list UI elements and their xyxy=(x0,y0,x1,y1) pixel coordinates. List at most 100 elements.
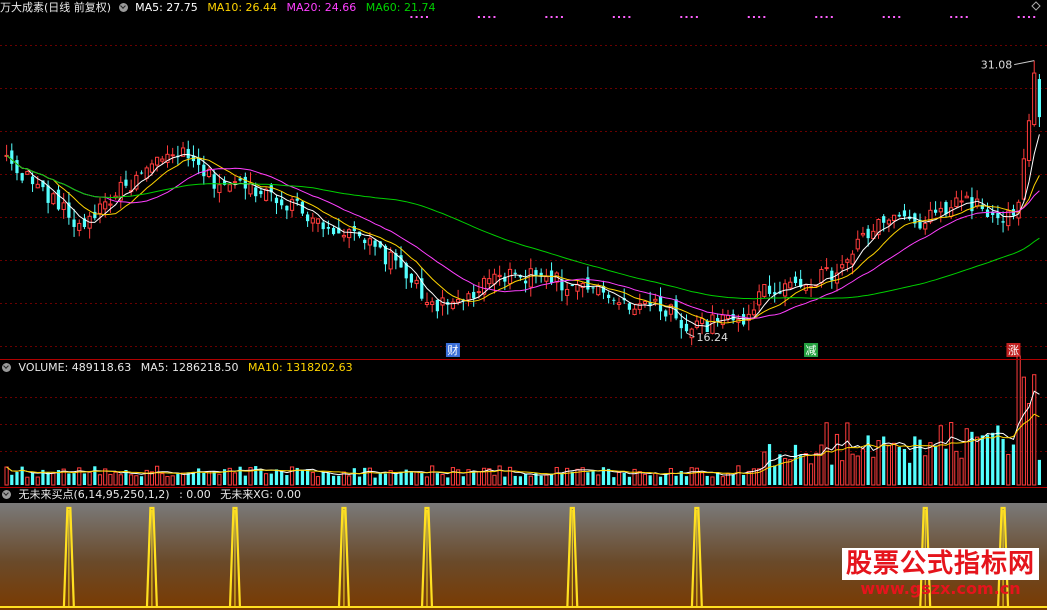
volume-bar xyxy=(435,473,439,485)
candle-body xyxy=(435,299,439,312)
candle-body xyxy=(716,318,720,322)
volume-bar xyxy=(1011,444,1016,485)
volume-bar xyxy=(933,445,938,485)
volume-bar xyxy=(10,474,14,485)
candle-body xyxy=(492,273,497,285)
volume-bar xyxy=(326,472,330,485)
candle-body xyxy=(845,259,850,263)
candle-body xyxy=(56,189,61,210)
volume-bar xyxy=(653,472,658,486)
candle-body xyxy=(616,302,622,305)
ma60-readout: MA60: 21.74 xyxy=(365,1,436,14)
candle-body xyxy=(310,217,315,224)
volume-bar xyxy=(232,472,238,486)
signal-dot xyxy=(950,16,953,18)
low-price-label: 16.24 xyxy=(696,331,728,344)
event-marker-label: 减 xyxy=(806,344,817,357)
volume-bar xyxy=(871,456,876,486)
signal-dot xyxy=(545,16,548,18)
volume-bar xyxy=(544,474,549,486)
price-candles xyxy=(4,60,1042,346)
volume-bar xyxy=(923,455,928,486)
candle-body xyxy=(295,198,299,201)
volume-bar xyxy=(243,475,247,485)
signal-dot xyxy=(763,16,766,18)
volume-bar xyxy=(113,471,118,486)
volume-bar xyxy=(762,451,767,486)
volume-bar xyxy=(642,473,648,486)
candle-body xyxy=(612,299,616,301)
volume-bar xyxy=(259,469,263,485)
volume-bar xyxy=(928,442,933,486)
signal-dot xyxy=(488,16,491,18)
candle-body xyxy=(61,202,66,210)
candle-body xyxy=(77,222,82,231)
volume-bar xyxy=(337,475,341,485)
signal-dot xyxy=(560,16,563,18)
candle-body xyxy=(632,308,637,316)
settings-circle-icon[interactable] xyxy=(2,490,11,499)
settings-circle-icon[interactable] xyxy=(2,363,11,372)
volume-bar xyxy=(523,473,528,485)
candle-body xyxy=(154,156,160,166)
signal-dot xyxy=(758,16,761,18)
signal-dot xyxy=(410,16,413,18)
candle-body xyxy=(367,238,373,246)
candle-body xyxy=(25,171,30,175)
candle-body xyxy=(300,201,305,214)
volume-bar xyxy=(1016,355,1021,486)
candle-body xyxy=(170,154,175,157)
signal-dot xyxy=(887,16,890,18)
volume-bar xyxy=(300,469,305,485)
volume-bar xyxy=(461,476,465,485)
volume-bar xyxy=(741,474,746,485)
candle-body xyxy=(20,173,24,181)
volume-bar xyxy=(51,472,56,486)
volume-bar xyxy=(975,436,980,486)
signal-dot xyxy=(965,16,968,18)
volume-bar xyxy=(492,474,497,486)
volume-bar xyxy=(238,466,242,485)
volume-bar xyxy=(497,465,502,486)
volume-bar xyxy=(30,472,35,485)
volume-bar xyxy=(409,472,414,485)
candle-body xyxy=(933,209,938,213)
volume-bar xyxy=(118,474,123,486)
volume-bar xyxy=(819,444,824,486)
volume-bar xyxy=(949,421,954,486)
volume-bar xyxy=(139,476,144,485)
volume-bar xyxy=(420,473,424,485)
candle-body xyxy=(149,163,155,173)
high-leader xyxy=(1014,60,1035,66)
volume-bar xyxy=(554,466,559,486)
candle-body xyxy=(897,214,901,217)
volume-bar xyxy=(845,422,850,486)
signal-dot xyxy=(680,16,683,18)
candle-body xyxy=(10,150,14,164)
volume-bar xyxy=(476,471,481,486)
volume-bar xyxy=(897,447,901,485)
volume-bar xyxy=(108,473,113,486)
volume-bar xyxy=(705,475,709,485)
volume-bar xyxy=(383,473,388,485)
candle-body xyxy=(850,253,855,265)
signal-dot xyxy=(420,16,423,18)
volume-bar xyxy=(25,476,30,486)
candle-body xyxy=(326,226,330,229)
volume-bar xyxy=(180,472,186,486)
candle-body xyxy=(523,280,528,284)
candle-body xyxy=(642,301,648,305)
settings-circle-icon[interactable] xyxy=(118,3,128,12)
price-panel-header: 万大成素(日线 前复权) MA5: 27.75 MA10: 26.44 MA20… xyxy=(0,0,441,16)
volume-bar xyxy=(570,471,574,485)
signal-dot xyxy=(820,16,823,18)
volume-bar xyxy=(622,472,626,485)
volume-bar xyxy=(689,467,694,486)
candle-body xyxy=(679,320,683,329)
signal-dot xyxy=(893,16,896,18)
volume-bar xyxy=(170,475,175,486)
candle-body xyxy=(306,214,310,222)
volume-bar xyxy=(840,460,845,486)
volume-bar xyxy=(67,473,71,485)
candle-body xyxy=(35,183,40,189)
